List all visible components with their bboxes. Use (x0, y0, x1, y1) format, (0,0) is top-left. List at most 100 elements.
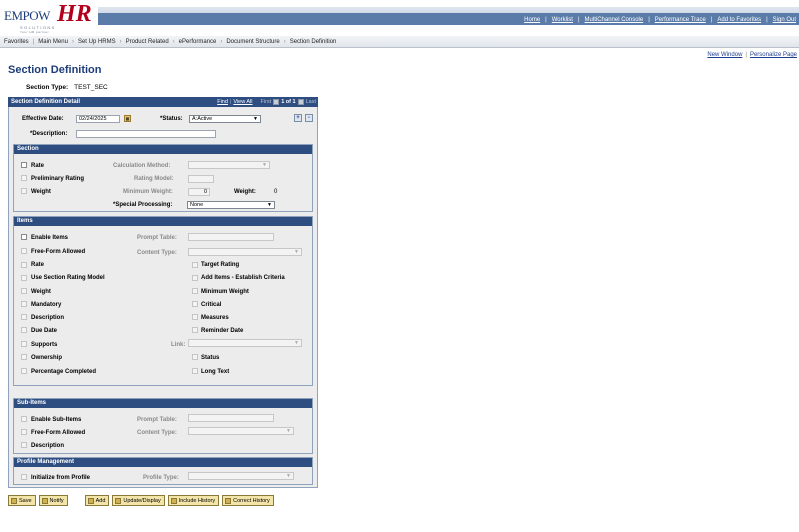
items-free-form-checkbox[interactable] (21, 248, 27, 254)
breadcrumb-main-menu[interactable]: Main Menu (38, 39, 68, 45)
add-button[interactable]: Add (84, 495, 110, 506)
target-rating-label: Target Rating (201, 262, 240, 268)
nav-worklist-link[interactable]: Worklist (552, 17, 573, 23)
section-type-label: Section Type: (26, 84, 69, 91)
reminder-date-checkbox[interactable] (192, 327, 198, 333)
minimum-weight-label: Minimum Weight (201, 289, 249, 295)
mandatory-label: Mandatory (31, 302, 62, 308)
preliminary-rating-checkbox[interactable] (21, 175, 27, 181)
due-date-checkbox[interactable] (21, 327, 27, 333)
items-content-type-select[interactable]: ▼ (188, 248, 302, 256)
breadcrumb-document-structure[interactable]: Document Structure (226, 39, 279, 45)
nav-multichannel-link[interactable]: MultiChannel Console (585, 17, 644, 23)
percentage-completed-checkbox[interactable] (21, 368, 27, 374)
sub-free-form-label: Free-Form Allowed (31, 430, 86, 436)
items-prompt-table-input[interactable] (188, 233, 274, 241)
items-description-label: Description (31, 315, 65, 321)
rate-label: Rate (31, 163, 45, 169)
page-title: Section Definition (8, 64, 102, 76)
rating-model-label: Rating Model: (134, 176, 174, 182)
target-rating-checkbox[interactable] (192, 262, 198, 268)
use-section-rating-model-label: Use Section Rating Model (31, 275, 105, 281)
prev-row-icon[interactable] (273, 99, 280, 105)
critical-checkbox[interactable] (192, 301, 198, 307)
detail-nav: Find | View All First 1 of 1 Last (217, 97, 316, 107)
personalize-page-link[interactable]: Personalize Page (750, 52, 797, 58)
breadcrumb-favorites[interactable]: Favorites (4, 39, 29, 45)
section-type-value: TEST_SEC (74, 84, 108, 91)
measures-checkbox[interactable] (192, 314, 198, 320)
enable-sub-items-label: Enable Sub-Items (31, 417, 82, 423)
profile-management-header: Profile Management (14, 458, 312, 467)
items-free-form-label: Free-Form Allowed (31, 249, 86, 255)
nav-performance-trace-link[interactable]: Performance Trace (655, 17, 706, 23)
effective-date-input[interactable]: 02/24/2025 (76, 115, 120, 123)
nav-add-favorites-link[interactable]: Add to Favorites (717, 17, 761, 23)
next-row-icon[interactable] (297, 99, 304, 105)
items-weight-checkbox[interactable] (21, 288, 27, 294)
description-label: *Description: (30, 131, 68, 137)
add-row-button[interactable]: + (294, 114, 302, 122)
effective-date-label: Effective Date: (22, 116, 64, 122)
reminder-date-label: Reminder Date (201, 328, 244, 334)
description-input[interactable] (76, 130, 216, 138)
mandatory-checkbox[interactable] (21, 301, 27, 307)
special-processing-label: *Special Processing: (113, 202, 173, 208)
empowhr-logo: EMPOW HR SOLUTIONS Your HR partner (4, 1, 92, 34)
view-all-link[interactable]: View All (233, 97, 252, 107)
min-weight-input[interactable]: 0 (188, 188, 210, 196)
page-links: New Window | Personalize Page (707, 52, 797, 58)
sub-description-checkbox[interactable] (21, 442, 27, 448)
special-processing-select[interactable]: None ▼ (187, 201, 275, 209)
new-window-link[interactable]: New Window (707, 52, 742, 58)
add-items-checkbox[interactable] (192, 275, 198, 281)
calc-method-select[interactable]: ▼ (188, 161, 270, 169)
items-prompt-table-label: Prompt Table: (137, 235, 177, 241)
items-rate-checkbox[interactable] (21, 262, 27, 268)
chevron-down-icon: ▼ (294, 249, 299, 255)
sub-prompt-table-input[interactable] (188, 414, 274, 422)
first-label: First (260, 99, 272, 105)
profile-type-select[interactable]: ▼ (188, 472, 294, 480)
ownership-checkbox[interactable] (21, 354, 27, 360)
breadcrumb-eperformance[interactable]: ePerformance (179, 39, 217, 45)
initialize-from-profile-checkbox[interactable] (21, 474, 27, 480)
items-description-checkbox[interactable] (21, 314, 27, 320)
nav-sign-out-link[interactable]: Sign Out (773, 17, 796, 23)
correct-history-button[interactable]: Correct History (222, 495, 274, 506)
calendar-icon[interactable]: ▦ (124, 115, 131, 122)
delete-row-button[interactable]: - (305, 114, 313, 122)
enable-items-checkbox[interactable] (21, 234, 27, 240)
sub-items-group-header: Sub-Items (14, 399, 312, 408)
notify-button[interactable]: Notify (38, 495, 68, 506)
rate-checkbox[interactable] (21, 162, 27, 168)
items-content-type-label: Content Type: (137, 250, 177, 256)
status-select[interactable]: A:Active ▼ (189, 115, 261, 123)
notify-icon (41, 497, 48, 504)
status-checkbox[interactable] (192, 354, 198, 360)
sub-free-form-checkbox[interactable] (21, 429, 27, 435)
update-display-button[interactable]: Update/Display (112, 495, 165, 506)
percentage-completed-label: Percentage Completed (31, 369, 97, 375)
breadcrumb-product-related[interactable]: Product Related (126, 39, 169, 45)
breadcrumb-section-definition: Section Definition (289, 38, 337, 45)
minimum-weight-checkbox[interactable] (192, 288, 198, 294)
global-nav: Home | Worklist | MultiChannel Console | Pe… (524, 17, 796, 23)
rating-model-input[interactable] (188, 175, 214, 183)
use-section-rating-model-checkbox[interactable] (21, 275, 27, 281)
find-link[interactable]: Find (217, 97, 228, 107)
weight-checkbox[interactable] (21, 188, 27, 194)
enable-sub-items-checkbox[interactable] (21, 416, 27, 422)
detail-header-title: Section Definition Detail (11, 99, 81, 105)
supports-checkbox[interactable] (21, 341, 27, 347)
include-history-button[interactable]: Include History (167, 495, 220, 506)
min-weight-label: Minimum Weight: (123, 189, 173, 195)
save-button[interactable]: Save (8, 495, 36, 506)
sub-content-type-select[interactable]: ▼ (188, 427, 294, 435)
long-text-checkbox[interactable] (192, 368, 198, 374)
breadcrumb-setup-hrms[interactable]: Set Up HRMS (78, 39, 116, 45)
toolbar: Save Notify Add Update/Display Include H… (8, 495, 274, 506)
link-select[interactable]: ▼ (188, 339, 302, 347)
update-display-icon (115, 497, 122, 504)
nav-home-link[interactable]: Home (524, 17, 540, 23)
